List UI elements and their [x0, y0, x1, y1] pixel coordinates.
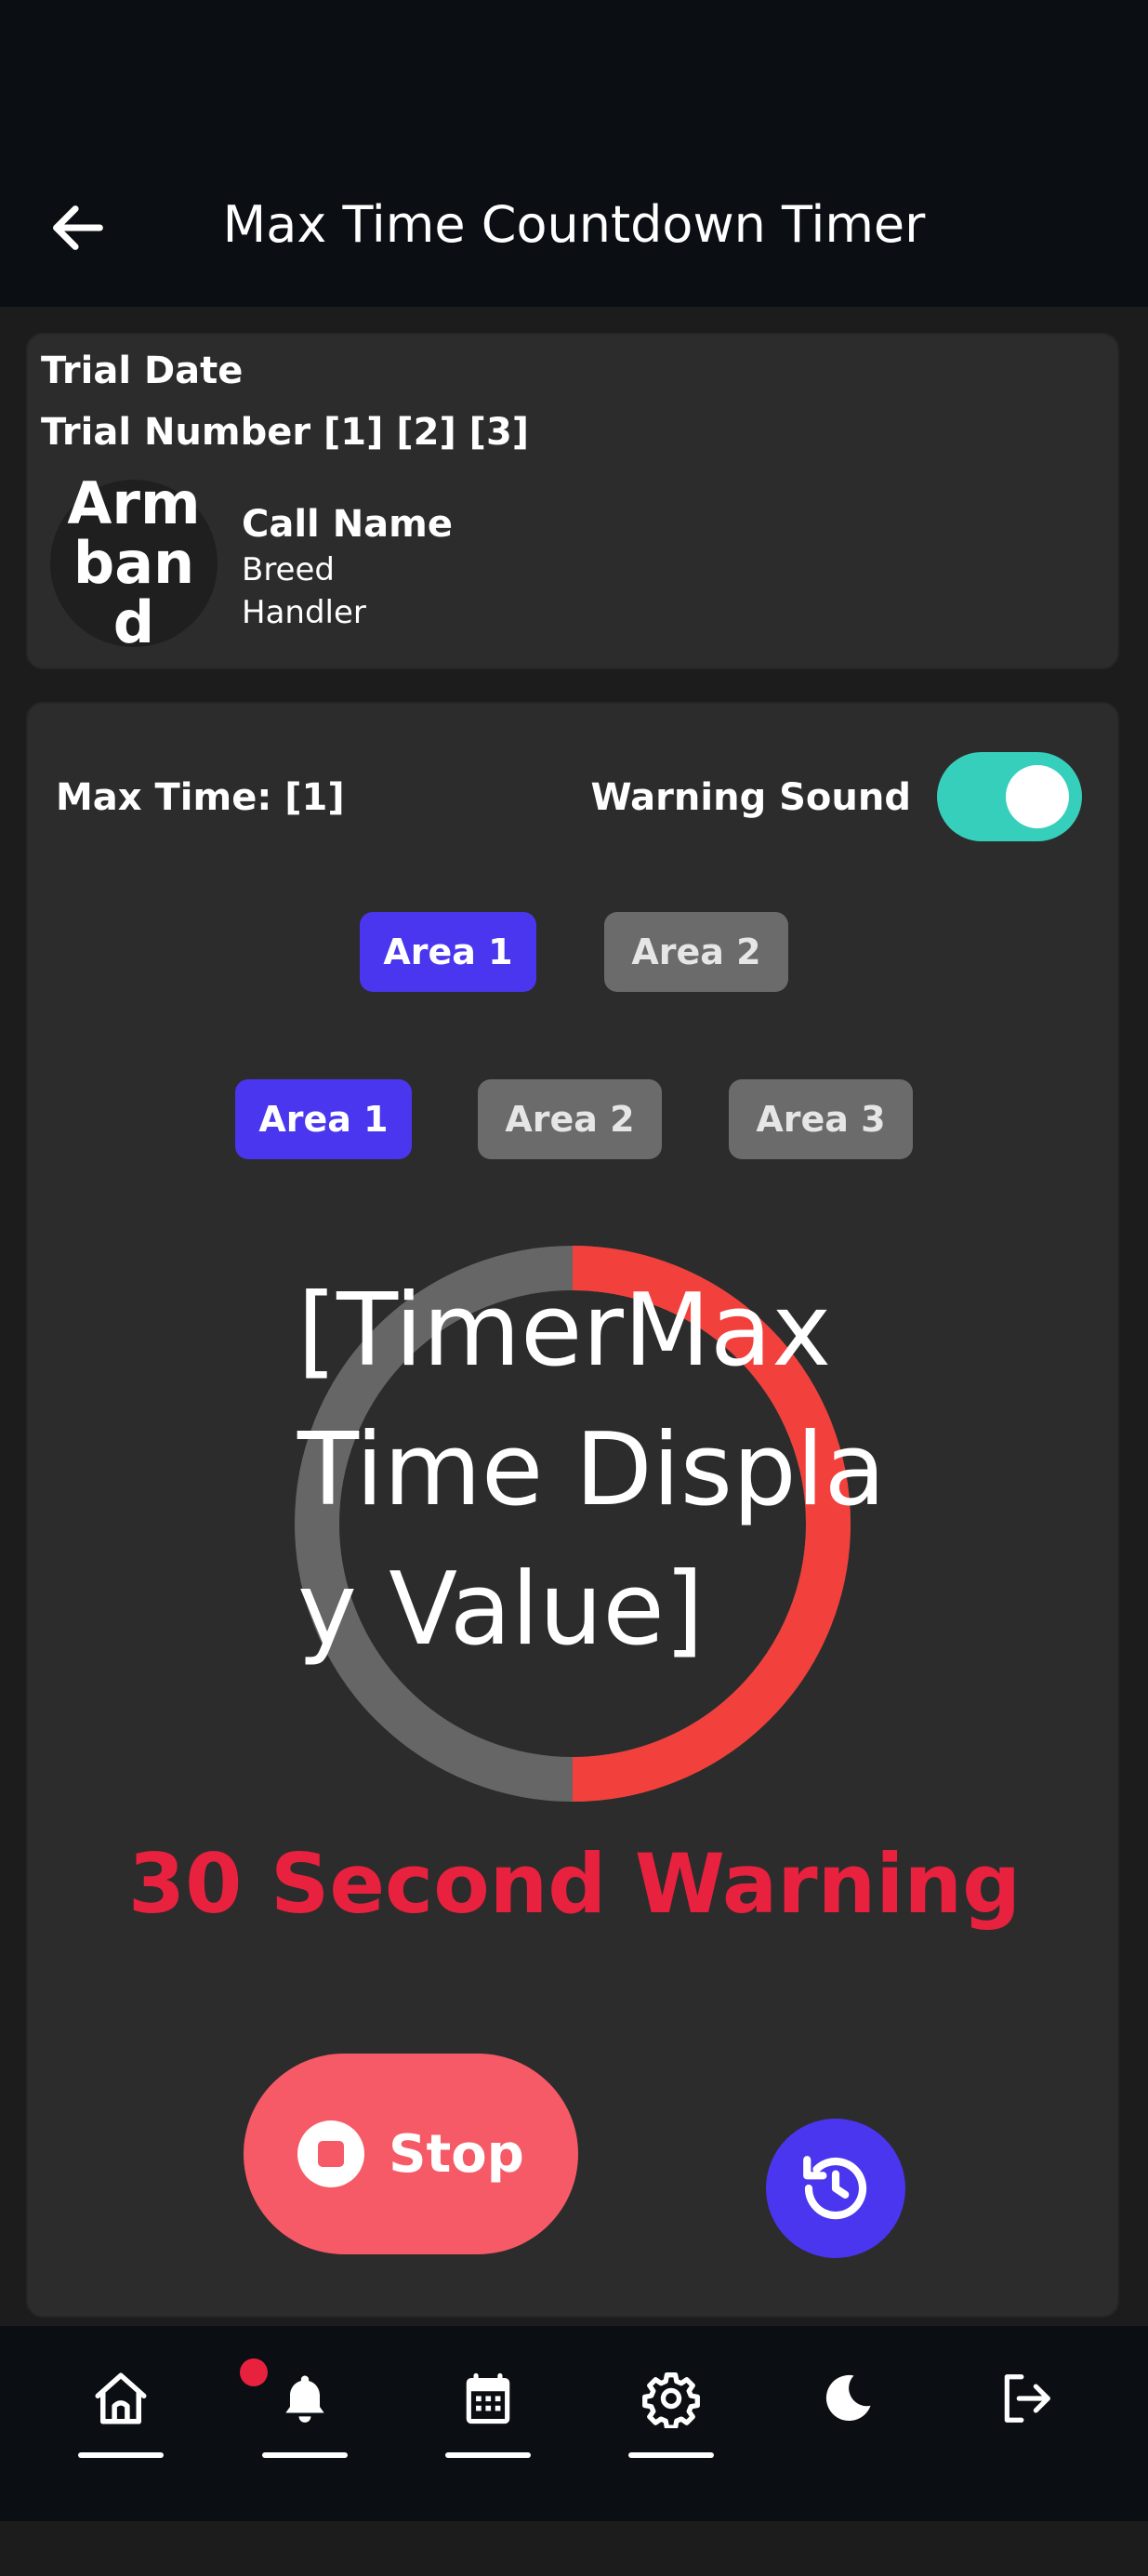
warning-sound-toggle[interactable]: [937, 752, 1082, 841]
nav-settings-underline: [628, 2452, 714, 2458]
nav-home-underline: [78, 2452, 164, 2458]
page-title: Max Time Countdown Timer: [222, 195, 926, 254]
nav-logout[interactable]: [980, 2361, 1073, 2465]
nav-notifications[interactable]: [258, 2361, 351, 2465]
armband-text: Armband: [67, 469, 201, 656]
nav-bell-underline: [262, 2452, 348, 2458]
area-row2-button-2[interactable]: Area 2: [478, 1079, 662, 1159]
area-row2-button-3[interactable]: Area 3: [729, 1079, 913, 1159]
app-header: Max Time Countdown Timer: [0, 0, 1148, 307]
timer-display: [TimerMax Time Display Value]: [297, 1273, 886, 1668]
handler: Handler: [242, 594, 366, 631]
history-button[interactable]: [766, 2119, 905, 2258]
nav-settings[interactable]: [625, 2361, 718, 2465]
nav-calendar[interactable]: [442, 2361, 534, 2465]
stop-button[interactable]: Stop: [244, 2054, 578, 2254]
nav-dark-mode[interactable]: [801, 2361, 894, 2465]
calendar-icon: [466, 2372, 510, 2424]
max-time-label: Max Time: [1]: [56, 776, 345, 819]
logout-icon: [1004, 2374, 1050, 2423]
breed: Breed: [242, 551, 335, 588]
dog-info: Call Name Breed Handler: [242, 500, 453, 634]
area-row2-button-1[interactable]: Area 1: [235, 1079, 412, 1159]
stop-label: Stop: [389, 2123, 524, 2185]
home-icon: [95, 2372, 147, 2424]
armband-avatar: Armband: [50, 474, 218, 653]
nav-home[interactable]: [74, 2361, 167, 2465]
stop-icon: [297, 2120, 365, 2187]
toggle-knob: [1006, 765, 1069, 828]
trial-number-label: Trial Number: [41, 411, 311, 454]
app-screen: Max Time Countdown Timer Trial Date Tria…: [0, 0, 1148, 2576]
trial-number: Trial Number [1] [2] [3]: [41, 411, 529, 454]
warning-sound-label: Warning Sound: [590, 776, 911, 819]
timer-card: Max Time: [1] Warning Sound Area 1 Area …: [26, 702, 1119, 2318]
area-row1-button-2[interactable]: Area 2: [604, 912, 788, 992]
gear-icon: [642, 2372, 700, 2428]
call-name: Call Name: [242, 503, 453, 546]
bell-icon: [285, 2375, 324, 2423]
history-icon: [803, 2156, 867, 2220]
moon-icon: [825, 2374, 871, 2422]
bottom-navigation: [0, 2326, 1148, 2521]
warning-text: 30 Second Warning: [127, 1836, 1022, 1932]
bottom-strip: [0, 2521, 1148, 2576]
nav-calendar-underline: [445, 2452, 531, 2458]
area-row1-button-1[interactable]: Area 1: [360, 912, 536, 992]
trial-info-card: Trial Date Trial Number [1] [2] [3] Armb…: [26, 333, 1119, 669]
trial-number-value: [1] [2] [3]: [323, 411, 530, 454]
trial-date-label: Trial Date: [41, 350, 244, 392]
